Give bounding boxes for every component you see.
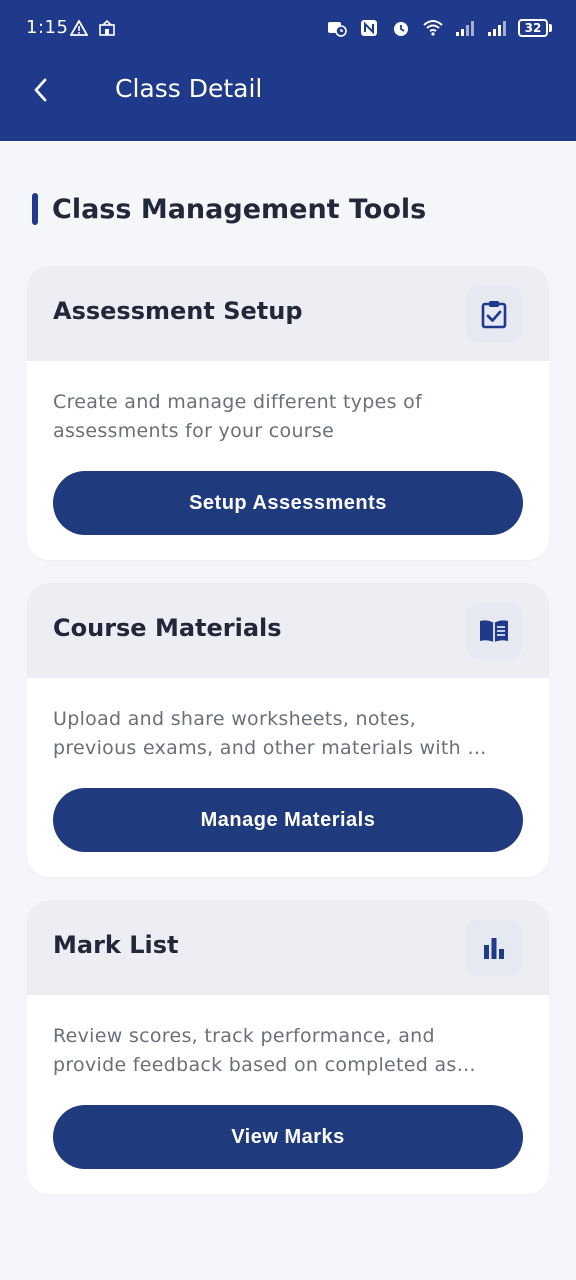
card-title: Assessment Setup xyxy=(53,297,303,325)
app-header: 1:15 32 Class Detail xyxy=(0,0,576,141)
bar-chart-icon xyxy=(466,920,522,976)
status-time: 1:15 xyxy=(26,17,69,38)
page-title: Class Detail xyxy=(115,74,263,103)
notification-app-icon xyxy=(96,18,118,38)
section-heading: Class Management Tools xyxy=(32,192,426,226)
back-button[interactable] xyxy=(22,72,58,108)
manage-materials-button[interactable]: Manage Materials xyxy=(53,788,523,852)
card-description-line: Review scores, track performance, and xyxy=(53,1025,435,1047)
status-left-icons xyxy=(68,18,118,38)
card-description-line: Upload and share worksheets, notes, xyxy=(53,708,417,730)
course-materials-card: Course Materials Upload and share worksh… xyxy=(27,583,549,877)
card-header: Mark List xyxy=(27,900,549,995)
nfc-icon xyxy=(358,18,380,38)
card-description-line: provide feedback based on completed as… xyxy=(53,1054,476,1076)
alarm-clock-icon xyxy=(326,18,348,38)
assessment-setup-card: Assessment Setup Create and manage diffe… xyxy=(27,266,549,560)
card-header: Assessment Setup xyxy=(27,266,549,361)
battery-icon: 32 xyxy=(518,19,552,37)
battery-level: 32 xyxy=(518,19,548,37)
battery-tip xyxy=(549,24,552,32)
card-description: Create and manage different types of ass… xyxy=(53,388,523,446)
card-description: Upload and share worksheets, notes, prev… xyxy=(53,705,523,763)
card-description-line: previous exams, and other materials with… xyxy=(53,737,487,759)
card-description-line: Create and manage different types of xyxy=(53,391,423,413)
card-title: Course Materials xyxy=(53,614,282,642)
view-marks-button[interactable]: View Marks xyxy=(53,1105,523,1169)
section-title: Class Management Tools xyxy=(52,193,427,225)
wifi-icon xyxy=(422,18,444,38)
card-header: Course Materials xyxy=(27,583,549,678)
setup-assessments-button[interactable]: Setup Assessments xyxy=(53,471,523,535)
mark-list-card: Mark List Review scores, track performan… xyxy=(27,900,549,1194)
card-title: Mark List xyxy=(53,931,179,959)
alarm-icon xyxy=(390,18,412,38)
signal-icon-1 xyxy=(454,18,476,38)
assignment-check-icon xyxy=(466,286,522,342)
signal-icon-2 xyxy=(486,18,508,38)
warning-icon xyxy=(68,18,90,38)
card-description: Review scores, track performance, and pr… xyxy=(53,1022,523,1080)
card-description-line: assessments for your course xyxy=(53,420,335,442)
book-open-icon xyxy=(466,603,522,659)
section-accent-bar xyxy=(32,193,38,225)
status-bar: 1:15 32 xyxy=(0,0,576,56)
status-right-icons: 32 xyxy=(326,18,552,38)
chevron-left-icon xyxy=(34,78,47,102)
